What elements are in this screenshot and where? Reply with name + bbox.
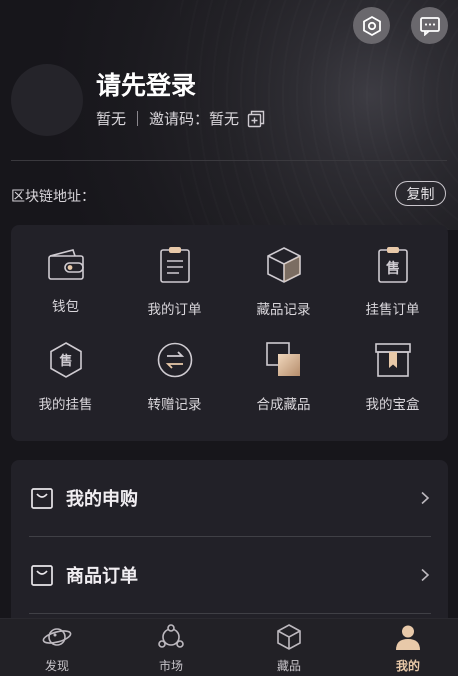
- copy-address-button[interactable]: 复制: [395, 181, 446, 206]
- tab-discover[interactable]: 发现: [0, 619, 114, 676]
- settings-button[interactable]: [353, 7, 390, 44]
- avatar[interactable]: [11, 64, 83, 136]
- tab-label: 藏品: [276, 659, 301, 673]
- bag-icon: [31, 488, 53, 509]
- list-item-label: 商品订单: [66, 566, 138, 587]
- tab-label: 我的: [395, 659, 420, 673]
- sale-badge-icon: 售: [46, 341, 86, 379]
- planet-icon: [42, 622, 72, 652]
- invite-code-value: 暂无: [209, 110, 240, 128]
- hexagon-settings-icon: [362, 15, 381, 36]
- tab-mine[interactable]: 我的: [351, 619, 458, 676]
- message-icon: [419, 16, 440, 36]
- svg-text:售: 售: [385, 260, 400, 277]
- user-icon: [393, 622, 423, 652]
- list-item-label: 我的申购: [66, 489, 138, 510]
- market-icon: [156, 622, 186, 652]
- grid-item-label: 我的订单: [147, 302, 202, 318]
- tab-market[interactable]: 市场: [114, 619, 228, 676]
- grid-item-collection-records[interactable]: 藏品记录: [229, 225, 338, 318]
- synthesis-icon: [264, 341, 304, 379]
- profile-subinfo: 暂无 邀请码： 暂无: [96, 108, 265, 129]
- list-item-product-orders[interactable]: 商品订单: [11, 537, 448, 613]
- cube-icon: [274, 622, 304, 652]
- tab-label: 市场: [158, 659, 183, 673]
- chevron-right-icon: [421, 568, 430, 582]
- invite-code-label: 邀请码：: [149, 110, 210, 128]
- grid-item-label: 我的挂售: [38, 397, 93, 413]
- grid-item-transfer-records[interactable]: 转赠记录: [120, 320, 229, 413]
- grid-item-label: 藏品记录: [256, 302, 311, 318]
- header-divider: [11, 160, 447, 161]
- sale-order-icon: 售: [373, 246, 413, 284]
- grid-item-synthesize-collection[interactable]: 合成藏品: [229, 320, 338, 413]
- grid-item-label: 合成藏品: [256, 397, 311, 413]
- grid-item-label: 钱包: [52, 299, 79, 315]
- wallet-icon: [46, 246, 86, 281]
- grid-item-label: 挂售订单: [365, 302, 420, 318]
- chevron-right-icon: [421, 491, 430, 505]
- grid-item-my-orders[interactable]: 我的订单: [120, 225, 229, 318]
- list-item-my-subscriptions[interactable]: 我的申购: [11, 460, 448, 536]
- grid-item-my-treasure-box[interactable]: 我的宝盒: [338, 320, 447, 413]
- grid-item-sale-orders[interactable]: 售 挂售订单: [338, 225, 447, 318]
- bottom-tab-bar: 发现 市场 藏品 我的: [0, 618, 458, 676]
- transfer-icon: [155, 341, 195, 379]
- grid-item-label: 我的宝盒: [365, 397, 420, 413]
- tab-collections[interactable]: 藏品: [232, 619, 346, 676]
- login-prompt-title[interactable]: 请先登录: [96, 66, 196, 102]
- blockchain-address-label: 区块链地址：: [11, 189, 95, 205]
- treasure-box-icon: [373, 341, 413, 379]
- tab-label: 发现: [44, 659, 69, 673]
- list-divider: [29, 613, 431, 614]
- grid-item-my-sales[interactable]: 售 我的挂售: [11, 320, 120, 413]
- menu-list: 我的申购 商品订单: [11, 460, 448, 630]
- collection-box-icon: [264, 246, 304, 284]
- message-button[interactable]: [411, 7, 448, 44]
- separator: [137, 111, 139, 126]
- grid-item-label: 转赠记录: [147, 397, 202, 413]
- order-icon: [155, 246, 195, 284]
- svg-text:售: 售: [59, 353, 72, 369]
- copy-invite-icon[interactable]: [247, 110, 265, 128]
- grid-item-wallet[interactable]: 钱包: [11, 225, 120, 315]
- bag-icon: [31, 565, 53, 586]
- feature-grid: 钱包 我的订单 藏品记录 售 挂售订单 售 我的挂售 转赠记录 合成藏品 我的宝…: [11, 225, 448, 441]
- nickname-value: 暂无: [96, 110, 127, 128]
